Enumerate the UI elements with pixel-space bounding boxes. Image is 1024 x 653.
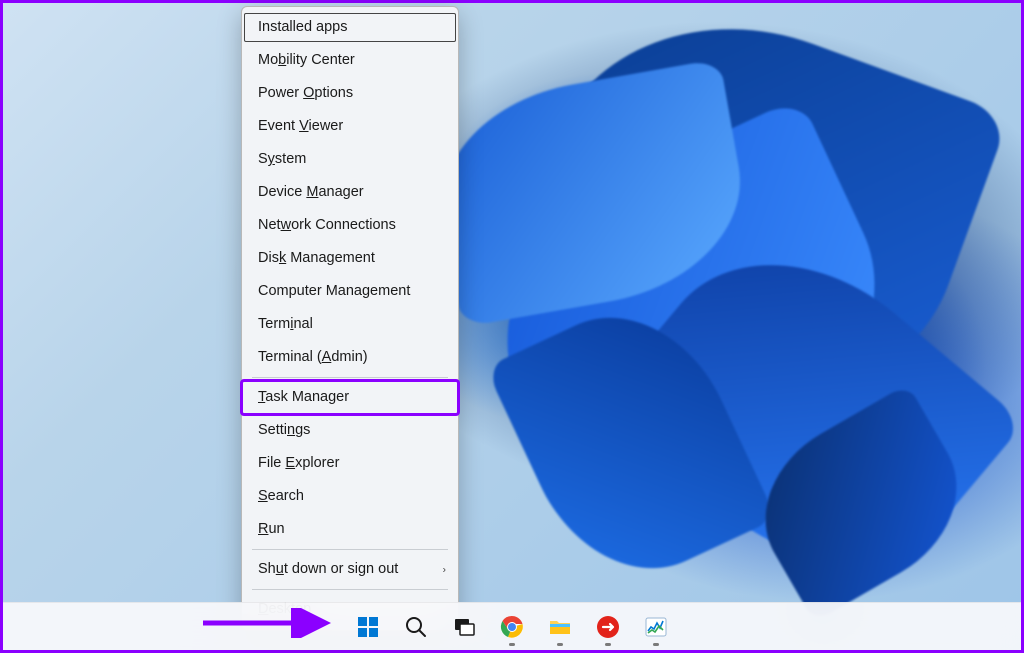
chrome-button[interactable]: [492, 607, 532, 647]
search-icon: [404, 615, 428, 639]
menu-item-event-viewer[interactable]: Event Viewer: [242, 110, 458, 143]
chevron-right-icon: ›: [443, 553, 446, 586]
start-context-menu: Installed apps Mobility Center Power Opt…: [241, 6, 459, 631]
file-explorer-button[interactable]: [540, 607, 580, 647]
menu-item-search[interactable]: Search: [242, 480, 458, 513]
task-manager-button[interactable]: [636, 607, 676, 647]
taskbar: [3, 602, 1021, 650]
menu-item-shutdown[interactable]: Shut down or sign out›: [242, 553, 458, 586]
task-view-button[interactable]: [444, 607, 484, 647]
desktop-wallpaper: [3, 3, 1021, 650]
menu-item-task-manager[interactable]: Task Manager: [242, 381, 458, 414]
menu-item-computer-management[interactable]: Computer Management: [242, 275, 458, 308]
menu-item-terminal[interactable]: Terminal: [242, 308, 458, 341]
menu-item-system[interactable]: System: [242, 143, 458, 176]
menu-divider: [252, 549, 448, 550]
windows-icon: [356, 615, 380, 639]
menu-item-disk-management[interactable]: Disk Management: [242, 242, 458, 275]
taskview-icon: [452, 615, 476, 639]
menu-divider: [252, 377, 448, 378]
menu-item-power-options[interactable]: Power Options: [242, 77, 458, 110]
menu-item-settings[interactable]: Settings: [242, 414, 458, 447]
screenpresso-button[interactable]: [588, 607, 628, 647]
taskmanager-icon: [644, 615, 668, 639]
menu-item-network-connections[interactable]: Network Connections: [242, 209, 458, 242]
chrome-icon: [500, 615, 524, 639]
menu-divider: [252, 589, 448, 590]
menu-item-device-manager[interactable]: Device Manager: [242, 176, 458, 209]
menu-item-installed-apps[interactable]: Installed apps: [242, 11, 458, 44]
start-button[interactable]: [348, 607, 388, 647]
menu-label: Installed apps: [258, 19, 347, 35]
search-button[interactable]: [396, 607, 436, 647]
menu-item-terminal-admin[interactable]: Terminal (Admin): [242, 341, 458, 374]
menu-item-file-explorer[interactable]: File Explorer: [242, 447, 458, 480]
menu-item-mobility-center[interactable]: Mobility Center: [242, 44, 458, 77]
screenshot-icon: [596, 615, 620, 639]
folder-icon: [548, 615, 572, 639]
menu-item-run[interactable]: Run: [242, 513, 458, 546]
